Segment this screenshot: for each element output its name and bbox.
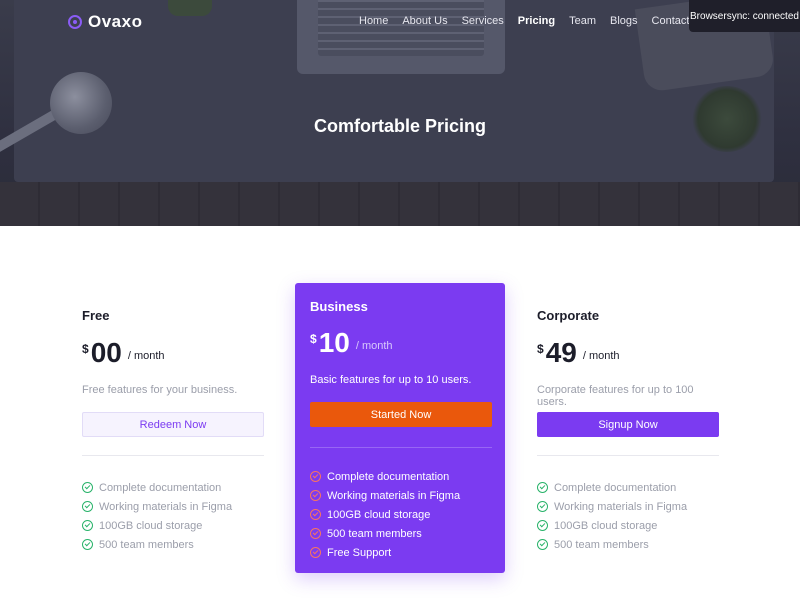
check-circle-icon bbox=[82, 501, 93, 512]
plan-name: Corporate bbox=[537, 308, 600, 323]
check-circle-icon bbox=[537, 501, 548, 512]
feature-label: Complete documentation bbox=[554, 481, 677, 494]
currency-symbol: $ bbox=[537, 342, 544, 356]
logo[interactable]: Ovaxo bbox=[68, 12, 142, 32]
plan-name: Business bbox=[310, 299, 368, 314]
list-item: Complete documentation bbox=[82, 478, 264, 497]
check-circle-icon bbox=[310, 471, 321, 482]
list-item: Free Support bbox=[310, 543, 490, 562]
feature-label: Working materials in Figma bbox=[327, 489, 461, 502]
price-amount: 49 bbox=[545, 337, 577, 368]
feature-label: 100GB cloud storage bbox=[554, 519, 658, 532]
check-circle-icon bbox=[537, 482, 548, 493]
pricing-card-business: Business $ 10 / month Basic features for… bbox=[295, 283, 505, 573]
feature-label: Complete documentation bbox=[327, 470, 450, 483]
nav-team[interactable]: Team bbox=[569, 15, 596, 27]
plan-description: Basic features for up to 10 users. bbox=[310, 374, 472, 386]
plan-description: Free features for your business. bbox=[82, 384, 238, 396]
price-period: / month bbox=[127, 350, 165, 362]
list-item: 100GB cloud storage bbox=[537, 516, 719, 535]
browsersync-notice: Browsersync: connected bbox=[689, 0, 800, 32]
list-item: 100GB cloud storage bbox=[82, 516, 264, 535]
divider bbox=[310, 447, 492, 448]
feature-label: Complete documentation bbox=[99, 481, 222, 494]
price: $ 49 / month bbox=[537, 339, 719, 369]
plan-description: Corporate features for up to 100 users. bbox=[537, 384, 694, 408]
price-amount: 00 bbox=[90, 337, 122, 368]
list-item: Complete documentation bbox=[537, 478, 719, 497]
list-item: Working materials in Figma bbox=[82, 497, 264, 516]
feature-list: Complete documentation Working materials… bbox=[537, 478, 719, 554]
plan-name: Free bbox=[82, 308, 110, 323]
divider bbox=[537, 455, 719, 456]
logo-text: Ovaxo bbox=[88, 12, 143, 31]
nav-pricing[interactable]: Pricing bbox=[518, 15, 555, 27]
list-item: Working materials in Figma bbox=[537, 497, 719, 516]
feature-label: Working materials in Figma bbox=[554, 500, 688, 513]
feature-label: 100GB cloud storage bbox=[327, 508, 431, 521]
pricing-card-corporate: Corporate $ 49 / month Corporate feature… bbox=[537, 296, 719, 554]
feature-label: 500 team members bbox=[554, 538, 649, 551]
list-item: Complete documentation bbox=[310, 467, 490, 486]
check-circle-icon bbox=[82, 482, 93, 493]
list-item: 100GB cloud storage bbox=[310, 505, 490, 524]
plant-decoration bbox=[168, 0, 212, 16]
main-nav: Home About Us Services Pricing Team Blog… bbox=[359, 15, 704, 27]
price: $ 10 / month bbox=[310, 329, 490, 359]
check-circle-icon bbox=[82, 539, 93, 550]
check-circle-icon bbox=[310, 528, 321, 539]
feature-label: Working materials in Figma bbox=[99, 500, 233, 513]
check-circle-icon bbox=[82, 520, 93, 531]
redeem-now-button[interactable]: Redeem Now bbox=[82, 412, 264, 437]
price-period: / month bbox=[355, 340, 393, 352]
hero-banner bbox=[0, 0, 800, 226]
check-circle-icon bbox=[310, 490, 321, 501]
check-circle-icon bbox=[537, 520, 548, 531]
nav-blogs[interactable]: Blogs bbox=[610, 15, 638, 27]
price-amount: 10 bbox=[318, 327, 350, 358]
feature-list: Complete documentation Working materials… bbox=[82, 478, 264, 554]
check-circle-icon bbox=[537, 539, 548, 550]
page-title: Comfortable Pricing bbox=[313, 116, 487, 136]
feature-list: Complete documentation Working materials… bbox=[310, 467, 490, 562]
pricing-card-free: Free $ 00 / month Free features for your… bbox=[82, 296, 264, 554]
list-item: 500 team members bbox=[82, 535, 264, 554]
list-item: 500 team members bbox=[310, 524, 490, 543]
feature-label: 500 team members bbox=[99, 538, 194, 551]
nav-home[interactable]: Home bbox=[359, 15, 388, 27]
list-item: 500 team members bbox=[537, 535, 719, 554]
list-item: Working materials in Figma bbox=[310, 486, 490, 505]
currency-symbol: $ bbox=[310, 332, 317, 346]
nav-services[interactable]: Services bbox=[462, 15, 504, 27]
check-circle-icon bbox=[310, 509, 321, 520]
currency-symbol: $ bbox=[82, 342, 89, 356]
started-now-button[interactable]: Started Now bbox=[310, 402, 492, 427]
nav-about-us[interactable]: About Us bbox=[402, 15, 447, 27]
logo-icon bbox=[68, 15, 82, 29]
check-circle-icon bbox=[310, 547, 321, 558]
feature-label: Free Support bbox=[327, 546, 392, 559]
price-period: / month bbox=[582, 350, 620, 362]
feature-label: 100GB cloud storage bbox=[99, 519, 203, 532]
keyboard-decoration bbox=[318, 0, 484, 56]
feature-label: 500 team members bbox=[327, 527, 422, 540]
price: $ 00 / month bbox=[82, 339, 264, 369]
signup-now-button[interactable]: Signup Now bbox=[537, 412, 719, 437]
floor-background bbox=[0, 182, 800, 226]
divider bbox=[82, 455, 264, 456]
